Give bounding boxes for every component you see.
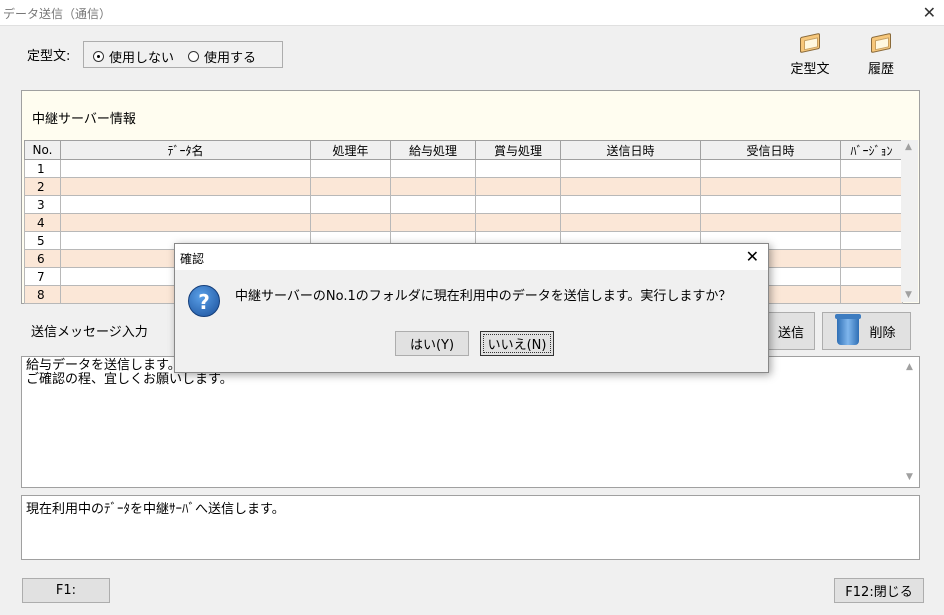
radio-dot-selected — [93, 51, 104, 62]
radio-label-use: 使用する — [204, 51, 257, 66]
message-scrollbar[interactable]: ▲ ▼ — [902, 357, 919, 487]
confirm-dialog: 確認 ✕ ? 中継サーバーのNo.1のフォルダに現在利用中のデータを送信します。… — [174, 243, 769, 373]
send-label: 送信 — [777, 325, 804, 341]
history-button[interactable]: 履歴 — [866, 32, 896, 77]
message-textarea[interactable]: 給与データを送信します。 ご確認の程、宜しくお願いします。 ▲ ▼ — [21, 356, 920, 488]
history-label: 履歴 — [867, 62, 894, 77]
dialog-title: 確認 — [180, 252, 205, 266]
column-header[interactable]: 受信日時 — [700, 140, 841, 160]
close-icon[interactable]: ✕ — [923, 3, 936, 22]
question-icon: ? — [188, 285, 220, 317]
message-line-2: ご確認の程、宜しくお願いします。 — [26, 372, 233, 387]
radio-dot — [188, 51, 199, 62]
column-header[interactable]: ﾃﾞｰﾀ名 — [60, 140, 311, 160]
column-header[interactable]: 処理年 — [310, 140, 391, 160]
dialog-close-icon[interactable]: ✕ — [746, 247, 759, 266]
row-number: 5 — [24, 231, 61, 250]
column-header[interactable]: 給与処理 — [390, 140, 476, 160]
book-icon — [798, 32, 822, 54]
trash-icon — [835, 314, 862, 345]
no-button[interactable]: いいえ(N) — [480, 331, 554, 356]
delete-label: 削除 — [869, 325, 896, 341]
close-f12-button[interactable]: F12:閉じる — [834, 578, 924, 603]
row-number: 1 — [24, 159, 61, 178]
scroll-down-icon[interactable]: ▼ — [906, 470, 913, 484]
dialog-title-bar: 確認 ✕ — [175, 244, 768, 270]
f1-button[interactable]: F1: — [22, 578, 110, 603]
table-scrollbar[interactable]: ▲ ▼ — [901, 140, 918, 302]
scroll-up-icon[interactable]: ▲ — [905, 142, 912, 152]
server-info-title: 中継サーバー情報 — [32, 112, 136, 127]
f12-label: F12:閉じる — [845, 585, 913, 600]
column-header[interactable]: ﾊﾞｰｼﾞｮﾝ — [840, 140, 903, 160]
status-text: 現在利用中のﾃﾞｰﾀを中継ｻｰﾊﾞへ送信します。 — [26, 502, 285, 517]
row-number: 4 — [24, 213, 61, 232]
radio-not-use[interactable]: 使用しない — [93, 47, 174, 66]
no-label: いいえ(N) — [487, 338, 547, 353]
table-row[interactable]: 4 — [24, 213, 903, 232]
row-number: 7 — [24, 267, 61, 286]
send-button[interactable]: 送信 — [767, 312, 815, 350]
column-header[interactable]: 賞与処理 — [475, 140, 561, 160]
scroll-down-icon[interactable]: ▼ — [905, 290, 912, 300]
row-number: 3 — [24, 195, 61, 214]
yes-button[interactable]: はい(Y) — [395, 331, 469, 356]
f1-label: F1: — [55, 583, 77, 598]
table-row[interactable]: 3 — [24, 195, 903, 214]
table-header-row: No. ﾃﾞｰﾀ名 処理年 給与処理 賞与処理 送信日時 受信日時 ﾊﾞｰｼﾞｮ… — [24, 140, 903, 160]
message-input-label: 送信メッセージ入力 — [31, 325, 148, 340]
row-number: 6 — [24, 249, 61, 268]
scroll-up-icon[interactable]: ▲ — [906, 360, 913, 374]
column-header[interactable]: 送信日時 — [560, 140, 701, 160]
delete-button[interactable]: 削除 — [822, 312, 911, 350]
template-text-button[interactable]: 定型文 — [790, 32, 830, 77]
status-description: 現在利用中のﾃﾞｰﾀを中継ｻｰﾊﾞへ送信します。 — [21, 495, 920, 560]
column-header[interactable]: No. — [24, 140, 61, 160]
table-row[interactable]: 2 — [24, 177, 903, 196]
radio-use[interactable]: 使用する — [188, 47, 256, 66]
dialog-message: 中継サーバーのNo.1のフォルダに現在利用中のデータを送信します。実行しますか？ — [235, 289, 732, 304]
template-radio-group: 使用しない 使用する — [83, 41, 283, 68]
template-text-label: 定型文 — [790, 62, 830, 77]
yes-label: はい(Y) — [409, 338, 455, 353]
row-number: 8 — [24, 285, 61, 304]
window-title: データ送信（通信） — [3, 7, 112, 21]
window-title-bar: データ送信（通信） ✕ — [0, 0, 944, 26]
template-label: 定型文: — [27, 49, 71, 64]
table-row[interactable]: 1 — [24, 159, 903, 178]
book-icon — [869, 32, 893, 54]
row-number: 2 — [24, 177, 61, 196]
radio-label-not-use: 使用しない — [109, 51, 175, 66]
